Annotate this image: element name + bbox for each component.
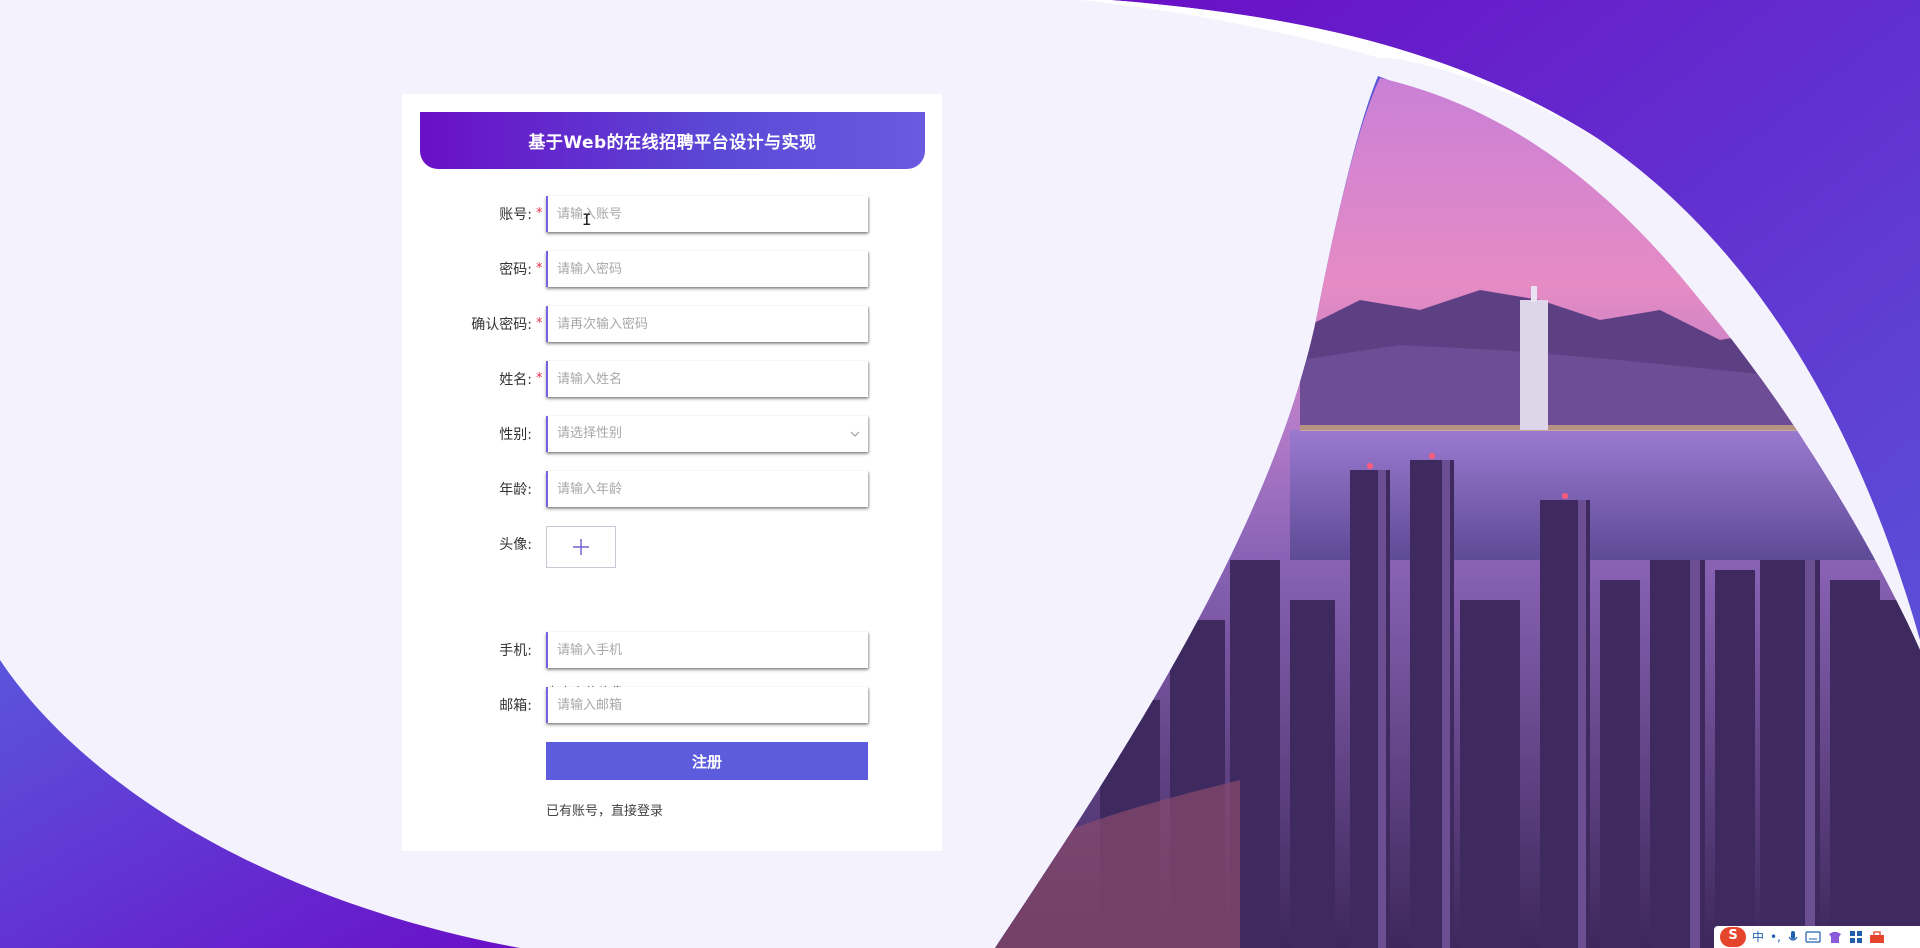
account-row: 账号: * <box>402 196 942 234</box>
gender-row: 性别: 请选择性别 <box>402 416 942 454</box>
background-decoration <box>0 0 1920 948</box>
login-link[interactable]: 已有账号，直接登录 <box>546 800 663 819</box>
confirm-password-input[interactable] <box>548 306 868 342</box>
password-input[interactable] <box>548 251 868 287</box>
skin-icon[interactable] <box>1827 930 1843 944</box>
gender-select-placeholder: 请选择性别 <box>557 426 623 441</box>
gender-label: 性别: <box>499 427 532 443</box>
account-label: 账号: <box>499 207 532 223</box>
ime-toolbar: S 中 •, <box>1714 926 1920 948</box>
name-row: 姓名: * <box>402 361 942 399</box>
apps-icon[interactable] <box>1849 930 1863 944</box>
register-button[interactable]: 注册 <box>546 742 868 780</box>
phone-input[interactable] <box>548 632 868 668</box>
email-input[interactable] <box>548 687 868 723</box>
keyboard-icon[interactable] <box>1805 931 1821 943</box>
gender-select[interactable]: 请选择性别 <box>546 416 868 452</box>
confirm-password-row: 确认密码: * <box>402 306 942 344</box>
age-row: 年龄: <box>402 471 942 509</box>
account-field-wrapper <box>546 196 868 232</box>
required-mark: * <box>536 316 543 331</box>
required-mark: * <box>536 371 543 386</box>
phone-field-wrapper <box>546 632 868 668</box>
avatar-upload-button[interactable] <box>546 526 616 568</box>
password-row: 密码: * <box>402 251 942 289</box>
ime-mode-toggle[interactable]: 中 <box>1752 928 1764 946</box>
phone-row: 手机: <box>402 632 942 670</box>
required-mark: * <box>536 206 543 221</box>
age-label: 年龄: <box>499 482 532 498</box>
page: 基于Web的在线招聘平台设计与实现 账号: * 密码: * 确认密码: * <box>0 0 1920 948</box>
age-field-wrapper <box>546 471 868 507</box>
toolbox-icon[interactable] <box>1869 930 1885 944</box>
required-mark: * <box>536 261 543 276</box>
password-field-wrapper <box>546 251 868 287</box>
phone-label: 手机: <box>499 643 532 659</box>
email-field-wrapper <box>546 687 868 723</box>
register-card: 基于Web的在线招聘平台设计与实现 账号: * 密码: * 确认密码: * <box>402 94 942 851</box>
text-cursor-icon: I <box>582 210 592 229</box>
avatar-label: 头像: <box>499 537 532 553</box>
avatar-row: 头像: <box>402 526 942 568</box>
email-row: 邮箱: <box>402 687 942 725</box>
account-input[interactable] <box>548 196 868 232</box>
mic-icon[interactable] <box>1787 930 1799 944</box>
plus-icon <box>573 539 589 555</box>
punctuation-toggle[interactable]: •, <box>1770 928 1781 946</box>
password-label: 密码: <box>499 262 532 278</box>
ime-logo-icon[interactable]: S <box>1720 927 1746 947</box>
chevron-down-icon <box>850 431 860 437</box>
email-label: 邮箱: <box>499 698 532 714</box>
confirm-password-label: 确认密码: <box>471 317 532 333</box>
age-input[interactable] <box>548 471 868 507</box>
confirm-password-field-wrapper <box>546 306 868 342</box>
name-input[interactable] <box>548 361 868 397</box>
name-field-wrapper <box>546 361 868 397</box>
page-title: 基于Web的在线招聘平台设计与实现 <box>420 112 925 169</box>
name-label: 姓名: <box>499 372 532 388</box>
